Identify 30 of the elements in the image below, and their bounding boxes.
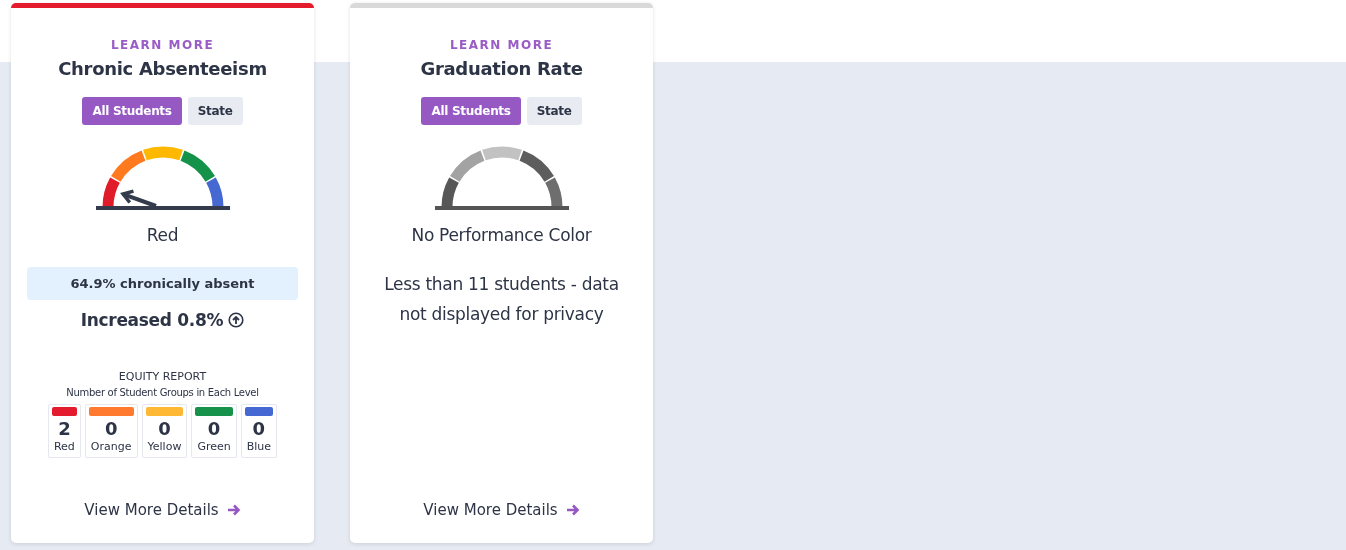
level-count: 2 [58,418,71,440]
stat-banner: 64.9% chronically absent [27,267,298,300]
learn-more-link[interactable]: LEARN MORE [449,38,554,52]
card-title: Graduation Rate [420,58,583,79]
performance-label: Red [146,225,179,245]
filter-tab[interactable]: State [187,97,243,125]
performance-label: No Performance Color [411,225,592,245]
learn-more-link[interactable]: LEARN MORE [110,38,215,52]
up-arrow-circle-icon [228,312,245,328]
privacy-note: Less than 11 students - data not displayed for privacy [383,273,620,326]
level-label: Yellow [146,440,183,453]
level-count: 0 [207,418,221,440]
level-label: Green [196,440,232,453]
level-count: 0 [252,418,266,440]
level-label: Orange [89,440,133,453]
change-text: Increased 0.8% [80,310,224,330]
level-count: 0 [104,418,118,440]
level-label: Blue [245,440,273,453]
filter-tab[interactable]: State [526,97,582,125]
view-details-link[interactable]: View More Details [423,501,580,519]
equity-subtitle: Number of Student Groups in Each Level [66,387,259,398]
filter-tab[interactable]: All Students [421,97,521,125]
card-title: Chronic Absenteeism [58,58,267,79]
right-arrow-icon [226,503,241,517]
right-arrow-icon [565,503,580,517]
equity-title: EQUITY REPORT [118,370,207,383]
level-count: 0 [158,418,171,440]
view-details-link[interactable]: View More Details [84,501,241,519]
level-label: Red [52,440,76,453]
filter-tab[interactable]: All Students [82,97,182,125]
